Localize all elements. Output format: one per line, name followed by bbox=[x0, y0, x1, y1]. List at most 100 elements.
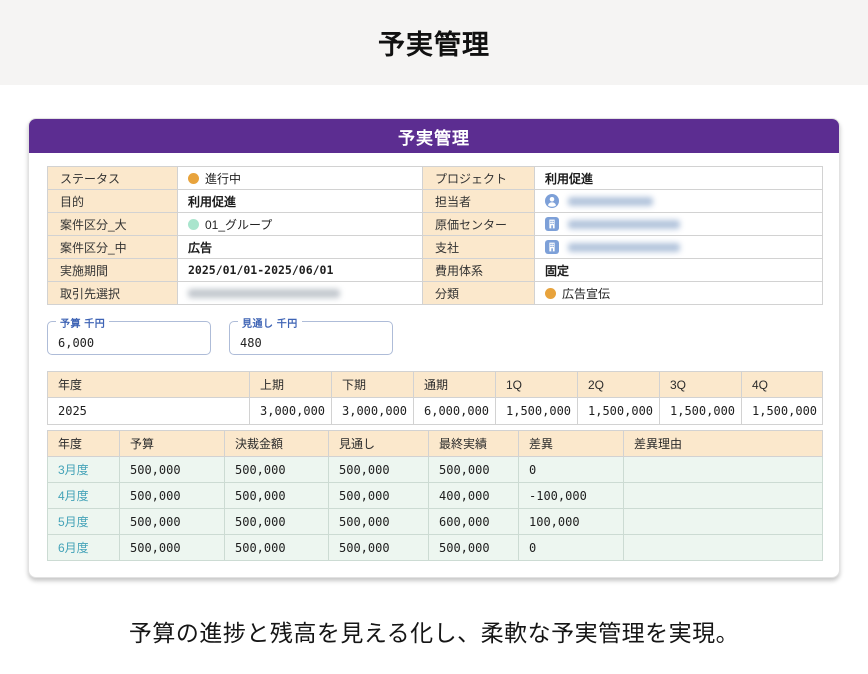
classification-dot-icon bbox=[545, 288, 556, 299]
budget-field[interactable]: 予算 千円 bbox=[47, 321, 211, 355]
record-fields-table: ステータス 進行中 プロジェクト 利用促進 目的 利用促進 担当者 案件区分_大… bbox=[47, 166, 823, 305]
col-approved-amount: 決裁金額 bbox=[225, 431, 329, 457]
classification-text: 広告宣伝 bbox=[562, 287, 610, 301]
monthly-header-row: 年度 予算 決裁金額 見通し 最終実績 差異 差異理由 bbox=[48, 431, 823, 457]
page-title: 予実管理 bbox=[378, 23, 490, 62]
variance-cell: 0 bbox=[519, 457, 624, 483]
forecast-field-label: 見通し 千円 bbox=[238, 315, 302, 330]
cost-center-value[interactable] bbox=[535, 213, 823, 236]
cost-type-value: 固定 bbox=[535, 259, 823, 282]
person-in-charge-value[interactable] bbox=[535, 190, 823, 213]
col-fiscal-year: 年度 bbox=[48, 372, 250, 398]
redacted-costcenter-text bbox=[568, 220, 680, 229]
second-half-cell: 3,000,000 bbox=[332, 398, 414, 425]
client-select-value[interactable] bbox=[178, 282, 423, 305]
category-mid-label: 案件区分_中 bbox=[48, 236, 178, 259]
approved-cell: 500,000 bbox=[225, 509, 329, 535]
variance-reason-cell bbox=[624, 509, 823, 535]
fiscal-year-cell: 2025 bbox=[48, 398, 250, 425]
variance-reason-cell bbox=[624, 535, 823, 561]
category-large-value[interactable]: 01_グループ bbox=[178, 213, 423, 236]
variance-cell: 100,000 bbox=[519, 509, 624, 535]
field-row-client-classification: 取引先選択 分類 広告宣伝 bbox=[48, 282, 823, 305]
budget-management-card: 予実管理 ステータス 進行中 プロジェクト 利用促進 目的 利用促進 担当者 bbox=[28, 118, 840, 578]
status-value[interactable]: 進行中 bbox=[178, 167, 423, 190]
budget-field-label: 予算 千円 bbox=[56, 315, 109, 330]
variance-reason-cell bbox=[624, 483, 823, 509]
card-title: 予実管理 bbox=[398, 124, 470, 149]
period-value: 2025/01/01-2025/06/01 bbox=[178, 259, 423, 282]
col-month: 年度 bbox=[48, 431, 120, 457]
forecast-cell: 500,000 bbox=[329, 457, 429, 483]
actual-cell: 500,000 bbox=[429, 457, 519, 483]
category-large-text: 01_グループ bbox=[205, 218, 272, 232]
variance-cell: 0 bbox=[519, 535, 624, 561]
field-row-period-costtype: 実施期間 2025/01/01-2025/06/01 費用体系 固定 bbox=[48, 259, 823, 282]
status-text: 進行中 bbox=[205, 172, 241, 186]
card-header: 予実管理 bbox=[29, 119, 839, 153]
purpose-label: 目的 bbox=[48, 190, 178, 213]
category-dot-icon bbox=[188, 219, 199, 230]
building-icon bbox=[545, 217, 559, 231]
monthly-row-june: 6月度 500,000 500,000 500,000 500,000 0 bbox=[48, 535, 823, 561]
variance-cell: -100,000 bbox=[519, 483, 624, 509]
actual-cell: 600,000 bbox=[429, 509, 519, 535]
cost-center-label: 原価センター bbox=[423, 213, 535, 236]
approved-cell: 500,000 bbox=[225, 457, 329, 483]
month-link[interactable]: 6月度 bbox=[48, 535, 120, 561]
annual-header-row: 年度 上期 下期 通期 1Q 2Q 3Q 4Q bbox=[48, 372, 823, 398]
project-label: プロジェクト bbox=[423, 167, 535, 190]
redacted-person-text bbox=[568, 197, 653, 206]
col-budget: 予算 bbox=[120, 431, 225, 457]
period-label: 実施期間 bbox=[48, 259, 178, 282]
col-forecast: 見通し bbox=[329, 431, 429, 457]
q1-cell: 1,500,000 bbox=[496, 398, 578, 425]
budget-cell: 500,000 bbox=[120, 535, 225, 561]
person-in-charge-label: 担当者 bbox=[423, 190, 535, 213]
month-link[interactable]: 4月度 bbox=[48, 483, 120, 509]
monthly-variance-table: 年度 予算 決裁金額 見通し 最終実績 差異 差異理由 3月度 500,000 … bbox=[47, 430, 823, 561]
forecast-cell: 500,000 bbox=[329, 509, 429, 535]
field-row-purpose-person: 目的 利用促進 担当者 bbox=[48, 190, 823, 213]
page-caption: 予算の進捗と残高を見える化し、柔軟な予実管理を実現。 bbox=[0, 614, 868, 648]
budget-cell: 500,000 bbox=[120, 457, 225, 483]
status-dot-icon bbox=[188, 173, 199, 184]
forecast-cell: 500,000 bbox=[329, 535, 429, 561]
budget-cell: 500,000 bbox=[120, 483, 225, 509]
person-icon bbox=[545, 194, 559, 208]
branch-label: 支社 bbox=[423, 236, 535, 259]
budget-cell: 500,000 bbox=[120, 509, 225, 535]
q3-cell: 1,500,000 bbox=[660, 398, 742, 425]
variance-reason-cell bbox=[624, 457, 823, 483]
monthly-row-march: 3月度 500,000 500,000 500,000 500,000 0 bbox=[48, 457, 823, 483]
client-select-label: 取引先選択 bbox=[48, 282, 178, 305]
forecast-cell: 500,000 bbox=[329, 483, 429, 509]
monthly-row-may: 5月度 500,000 500,000 500,000 600,000 100,… bbox=[48, 509, 823, 535]
classification-label: 分類 bbox=[423, 282, 535, 305]
branch-value[interactable] bbox=[535, 236, 823, 259]
col-variance: 差異 bbox=[519, 431, 624, 457]
month-link[interactable]: 5月度 bbox=[48, 509, 120, 535]
actual-cell: 400,000 bbox=[429, 483, 519, 509]
page-header: 予実管理 bbox=[0, 0, 868, 85]
col-full-year: 通期 bbox=[414, 372, 496, 398]
q4-cell: 1,500,000 bbox=[742, 398, 823, 425]
status-label: ステータス bbox=[48, 167, 178, 190]
col-q3: 3Q bbox=[660, 372, 742, 398]
month-link[interactable]: 3月度 bbox=[48, 457, 120, 483]
classification-value[interactable]: 広告宣伝 bbox=[535, 282, 823, 305]
col-variance-reason: 差異理由 bbox=[624, 431, 823, 457]
field-row-category-costcenter: 案件区分_大 01_グループ 原価センター bbox=[48, 213, 823, 236]
first-half-cell: 3,000,000 bbox=[250, 398, 332, 425]
forecast-field[interactable]: 見通し 千円 bbox=[229, 321, 393, 355]
inputs-row: 予算 千円 見通し 千円 bbox=[47, 321, 821, 355]
annual-data-row: 2025 3,000,000 3,000,000 6,000,000 1,500… bbox=[48, 398, 823, 425]
monthly-row-april: 4月度 500,000 500,000 500,000 400,000 -100… bbox=[48, 483, 823, 509]
field-row-status-project: ステータス 進行中 プロジェクト 利用促進 bbox=[48, 167, 823, 190]
q2-cell: 1,500,000 bbox=[578, 398, 660, 425]
category-mid-value: 広告 bbox=[178, 236, 423, 259]
col-q4: 4Q bbox=[742, 372, 823, 398]
col-q2: 2Q bbox=[578, 372, 660, 398]
annual-summary-table: 年度 上期 下期 通期 1Q 2Q 3Q 4Q 2025 3,000,000 3… bbox=[47, 371, 823, 425]
approved-cell: 500,000 bbox=[225, 535, 329, 561]
